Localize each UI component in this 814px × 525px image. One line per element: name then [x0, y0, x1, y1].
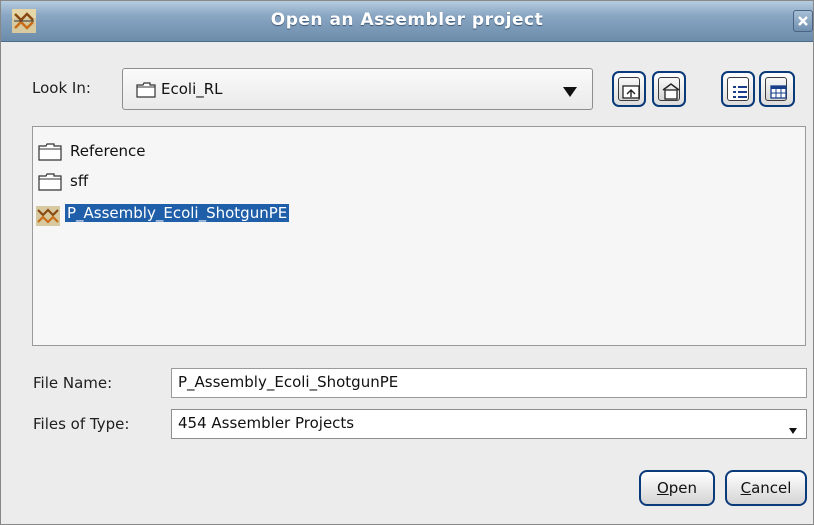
- cancel-button[interactable]: Cancel: [725, 470, 807, 506]
- close-icon: [798, 16, 808, 26]
- folder-icon: [38, 173, 62, 195]
- dialog-title: Open an Assembler project: [270, 10, 544, 30]
- assembler-project-icon: [35, 205, 61, 231]
- folder-icon: [136, 82, 156, 102]
- home-button[interactable]: [652, 71, 686, 107]
- list-item-label: sff: [70, 172, 89, 190]
- home-icon: [662, 83, 680, 100]
- filetype-value: 454 Assembler Projects: [178, 414, 355, 432]
- up-one-level-button[interactable]: [612, 71, 646, 107]
- open-label: pen: [668, 479, 698, 497]
- filename-value: P_Assembly_Ecoli_ShotgunPE: [178, 373, 399, 391]
- lookin-combo[interactable]: Ecoli_RL: [122, 68, 593, 110]
- lookin-value: Ecoli_RL: [161, 80, 223, 98]
- details-view-icon: [770, 85, 787, 99]
- list-view-icon: [733, 86, 747, 98]
- open-button[interactable]: Open: [639, 470, 715, 506]
- cancel-mnemonic: C: [740, 479, 752, 497]
- title-bar[interactable]: Open an Assembler project: [1, 1, 813, 42]
- close-button[interactable]: [793, 10, 813, 32]
- open-mnemonic: O: [656, 479, 669, 497]
- lookin-label: Look In:: [32, 79, 91, 97]
- details-view-button[interactable]: [759, 71, 795, 107]
- filename-label: File Name:: [33, 374, 113, 392]
- chevron-down-icon[interactable]: [562, 84, 578, 102]
- file-list[interactable]: Reference sff P_Assembly_Ecoli_ShotgunPE: [32, 126, 806, 346]
- filetype-select[interactable]: 454 Assembler Projects: [171, 409, 807, 439]
- cancel-label: ancel: [751, 479, 792, 497]
- list-view-button[interactable]: [721, 71, 755, 107]
- filename-field[interactable]: P_Assembly_Ecoli_ShotgunPE: [171, 368, 807, 398]
- list-item-label: P_Assembly_Ecoli_ShotgunPE: [65, 204, 290, 222]
- open-project-dialog: Open an Assembler project Look In: Ecoli…: [0, 0, 814, 525]
- chevron-down-icon[interactable]: [788, 421, 798, 439]
- folder-icon: [38, 143, 62, 165]
- filetype-label: Files of Type:: [33, 415, 130, 433]
- folder-up-icon: [622, 85, 640, 99]
- list-item-label: Reference: [70, 142, 146, 160]
